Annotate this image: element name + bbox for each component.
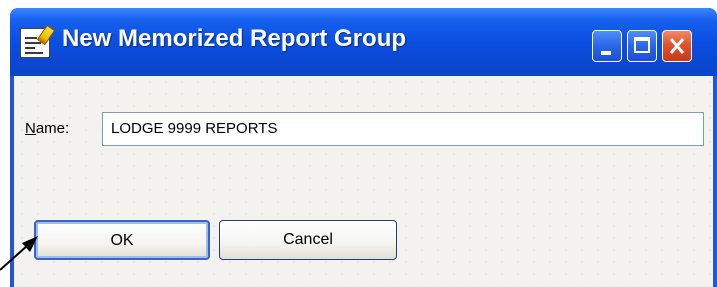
- title-bar[interactable]: New Memorized Report Group: [10, 8, 717, 76]
- ok-button[interactable]: OK: [34, 220, 210, 260]
- cancel-button[interactable]: Cancel: [219, 220, 397, 260]
- close-button[interactable]: [662, 30, 692, 62]
- dialog-window: New Memorized Report Group Name: LODGE 9…: [10, 8, 717, 287]
- maximize-icon: [634, 37, 650, 53]
- close-icon: [669, 38, 685, 54]
- report-pencil-icon: [20, 24, 56, 58]
- maximize-button[interactable]: [627, 30, 657, 62]
- name-label-mnemonic: N: [25, 120, 36, 137]
- minimize-button[interactable]: [592, 30, 622, 62]
- minimize-icon: [601, 51, 611, 55]
- dialog-body: Name: LODGE 9999 REPORTS OK Cancel: [14, 76, 713, 287]
- name-input[interactable]: LODGE 9999 REPORTS: [102, 112, 704, 146]
- name-label: Name:: [25, 120, 69, 137]
- name-label-text: ame:: [35, 120, 70, 137]
- screenshot-stage: New Memorized Report Group Name: LODGE 9…: [0, 0, 717, 287]
- window-title: New Memorized Report Group: [62, 25, 407, 52]
